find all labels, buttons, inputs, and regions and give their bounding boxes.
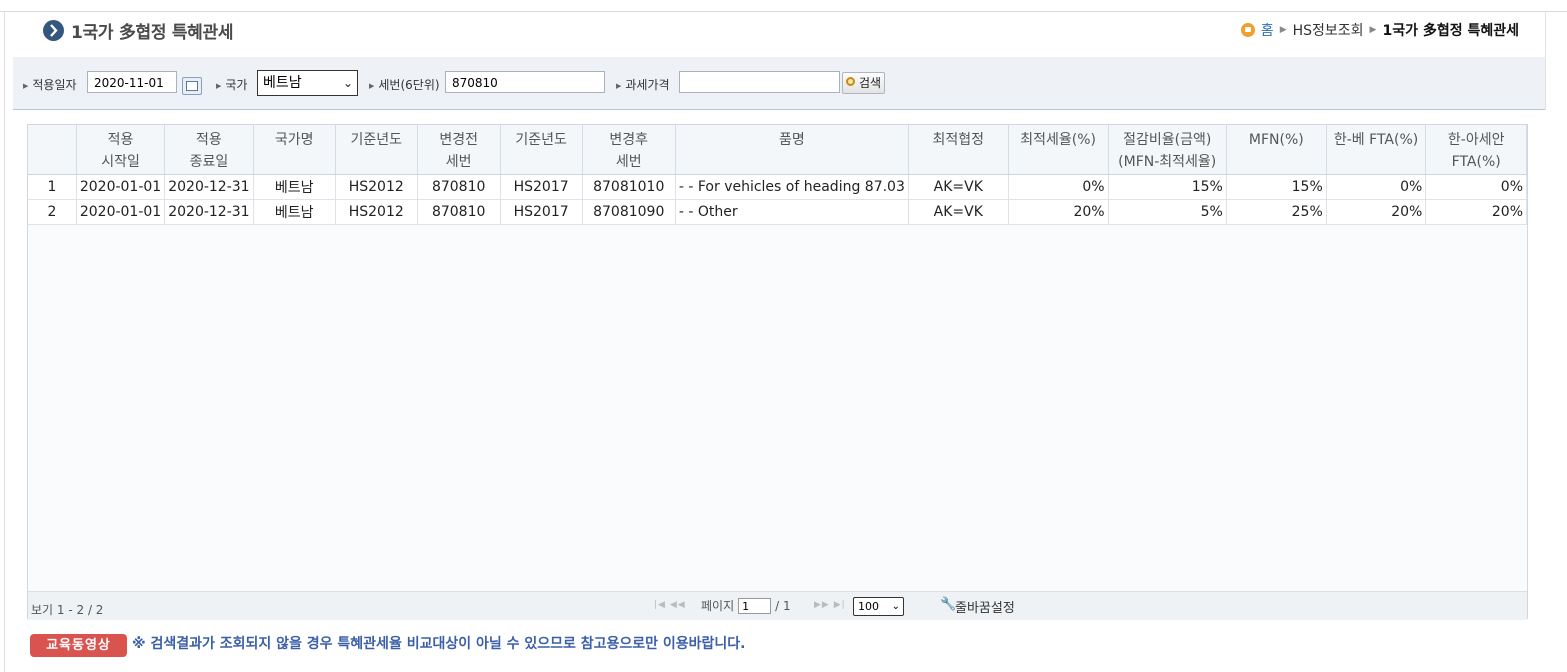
wrap-setting-button[interactable]: 줄바꿈설정	[955, 597, 1015, 616]
chevron-down-icon: ⌄	[891, 601, 900, 612]
date-input[interactable]: 2020-11-01	[87, 71, 177, 93]
cell-best-rate: 20%	[1008, 199, 1109, 225]
country-select[interactable]: 베트남 ⌄	[257, 70, 358, 96]
column-header[interactable]: 기준년도	[335, 125, 418, 175]
chevron-right-icon	[43, 20, 64, 41]
bullet-icon: ▶	[616, 82, 622, 90]
cell-end-date: 2020-12-31	[164, 174, 254, 200]
cell-base-year: HS2012	[335, 199, 418, 225]
cell-ka-fta: 0%	[1425, 174, 1527, 200]
country-label: ▶ 국가	[216, 78, 248, 92]
page-title: 1국가 多협정 특혜관세	[71, 23, 234, 43]
column-header[interactable]: 적용 시작일	[76, 125, 166, 175]
next-last-page-icon[interactable]: ▶▶ ▶|	[814, 600, 846, 610]
bullet-icon: ▶	[216, 82, 222, 90]
home-icon	[1240, 23, 1255, 37]
column-header[interactable]: 절감비율(금액) (MFN-최적세율)	[1108, 125, 1227, 175]
cell-hs-before: 870810	[417, 174, 501, 200]
cell-start-date: 2020-01-01	[76, 199, 166, 225]
cell-base-year: HS2012	[335, 174, 418, 200]
bullet-icon: ▶	[369, 82, 375, 90]
first-prev-page-icon[interactable]: |◀ ◀◀	[654, 600, 686, 610]
breadcrumb-current: 1국가 多협정 특혜관세	[1382, 23, 1519, 39]
result-table: 적용 시작일 적용 종료일 국가명 기준년도 변경전 세번 기준년도 변경후 세번 품명…	[28, 125, 1527, 225]
breadcrumb-section[interactable]: HS정보조회	[1293, 20, 1364, 40]
left-border	[4, 12, 5, 672]
right-border	[1545, 12, 1546, 110]
search-bar: ▶ 적용일자 2020-11-01 ▶ 국가 베트남 ⌄ ▶ 세번(6단위) 87081…	[13, 57, 1545, 110]
chevron-down-icon: ⌄	[342, 76, 353, 90]
cell-country: 베트남	[253, 174, 336, 200]
total-pages: / 1	[775, 598, 791, 613]
cell-best-agreement: AK=VK	[908, 199, 1009, 225]
notice-text: ※ 검색결과가 조회되지 않을 경우 특혜관세율 비교대상이 아닐 수 있으므로…	[132, 636, 746, 652]
cell-country: 베트남	[253, 199, 336, 225]
row-number: 1	[28, 174, 77, 200]
column-header[interactable]	[28, 125, 77, 175]
column-header[interactable]: 한-아세안 FTA(%)	[1425, 125, 1527, 175]
cell-hs-after: 87081010	[582, 174, 676, 200]
cell-mfn: 15%	[1226, 174, 1327, 200]
row-number: 2	[28, 199, 77, 225]
page-control: 페이지 1 / 1	[701, 597, 791, 614]
cell-description: - - For vehicles of heading 87.03	[675, 174, 909, 200]
hs-label: ▶ 세번(6단위)	[369, 78, 440, 92]
column-header[interactable]: 최적협정	[908, 125, 1009, 175]
cell-saving-rate: 5%	[1108, 199, 1227, 225]
cell-base-year-2: HS2017	[500, 199, 583, 225]
cell-start-date: 2020-01-01	[76, 174, 166, 200]
column-header[interactable]: 국가명	[253, 125, 336, 175]
cell-best-agreement: AK=VK	[908, 174, 1009, 200]
table-row[interactable]: 2 2020-01-01 2020-12-31 베트남 HS2012 87081…	[28, 199, 1527, 225]
column-header[interactable]: 변경후 세번	[582, 125, 676, 175]
cell-saving-rate: 15%	[1108, 174, 1227, 200]
breadcrumb-separator-icon: ▶	[1279, 25, 1287, 35]
top-border	[0, 0, 1567, 12]
calendar-icon[interactable]	[182, 77, 202, 95]
search-button[interactable]: 검색	[842, 72, 885, 94]
pager: 보기 1 - 2 / 2 |◀ ◀◀ 페이지 1 / 1 ▶▶ ▶| 100 ⌄ …	[28, 591, 1527, 620]
hs-code-input[interactable]: 870810	[445, 71, 605, 93]
result-grid: 적용 시작일 적용 종료일 국가명 기준년도 변경전 세번 기준년도 변경후 세번 품명…	[27, 124, 1528, 620]
breadcrumb-separator-icon: ▶	[1369, 25, 1377, 35]
price-label: ▶ 과세가격	[616, 78, 670, 92]
breadcrumb-home[interactable]: 홈	[1261, 20, 1274, 40]
rows-per-page-select[interactable]: 100 ⌄	[853, 597, 904, 616]
wrench-icon: 🔧	[940, 597, 957, 612]
cell-hs-after: 87081090	[582, 199, 676, 225]
record-count: 보기 1 - 2 / 2	[31, 603, 104, 617]
column-header[interactable]: 적용 종료일	[164, 125, 254, 175]
cell-ka-fta: 20%	[1425, 199, 1527, 225]
cell-description: - - Other	[675, 199, 909, 225]
column-header[interactable]: MFN(%)	[1226, 125, 1327, 175]
column-header[interactable]: 최적세율(%)	[1008, 125, 1109, 175]
column-header[interactable]: 한-베 FTA(%)	[1326, 125, 1427, 175]
page-input[interactable]: 1	[738, 597, 772, 614]
table-row[interactable]: 1 2020-01-01 2020-12-31 베트남 HS2012 87081…	[28, 174, 1527, 200]
cell-end-date: 2020-12-31	[164, 199, 254, 225]
search-icon	[846, 77, 855, 86]
date-label: ▶ 적용일자	[23, 78, 77, 92]
cell-kv-fta: 20%	[1326, 199, 1427, 225]
breadcrumb: 홈 ▶ HS정보조회 ▶ 1국가 多협정 특혜관세	[1240, 20, 1519, 40]
column-header[interactable]: 기준년도	[500, 125, 583, 175]
table-header-row: 적용 시작일 적용 종료일 국가명 기준년도 변경전 세번 기준년도 변경후 세번 품명…	[28, 125, 1527, 175]
price-input[interactable]	[679, 71, 840, 93]
education-video-button[interactable]: 교육동영상	[30, 634, 127, 657]
page-label: 페이지	[701, 599, 735, 613]
cell-best-rate: 0%	[1008, 174, 1109, 200]
cell-base-year-2: HS2017	[500, 174, 583, 200]
cell-mfn: 25%	[1226, 199, 1327, 225]
bullet-icon: ▶	[23, 82, 29, 90]
column-header[interactable]: 변경전 세번	[417, 125, 501, 175]
column-header[interactable]: 품명	[675, 125, 909, 175]
cell-hs-before: 870810	[417, 199, 501, 225]
cell-kv-fta: 0%	[1326, 174, 1427, 200]
